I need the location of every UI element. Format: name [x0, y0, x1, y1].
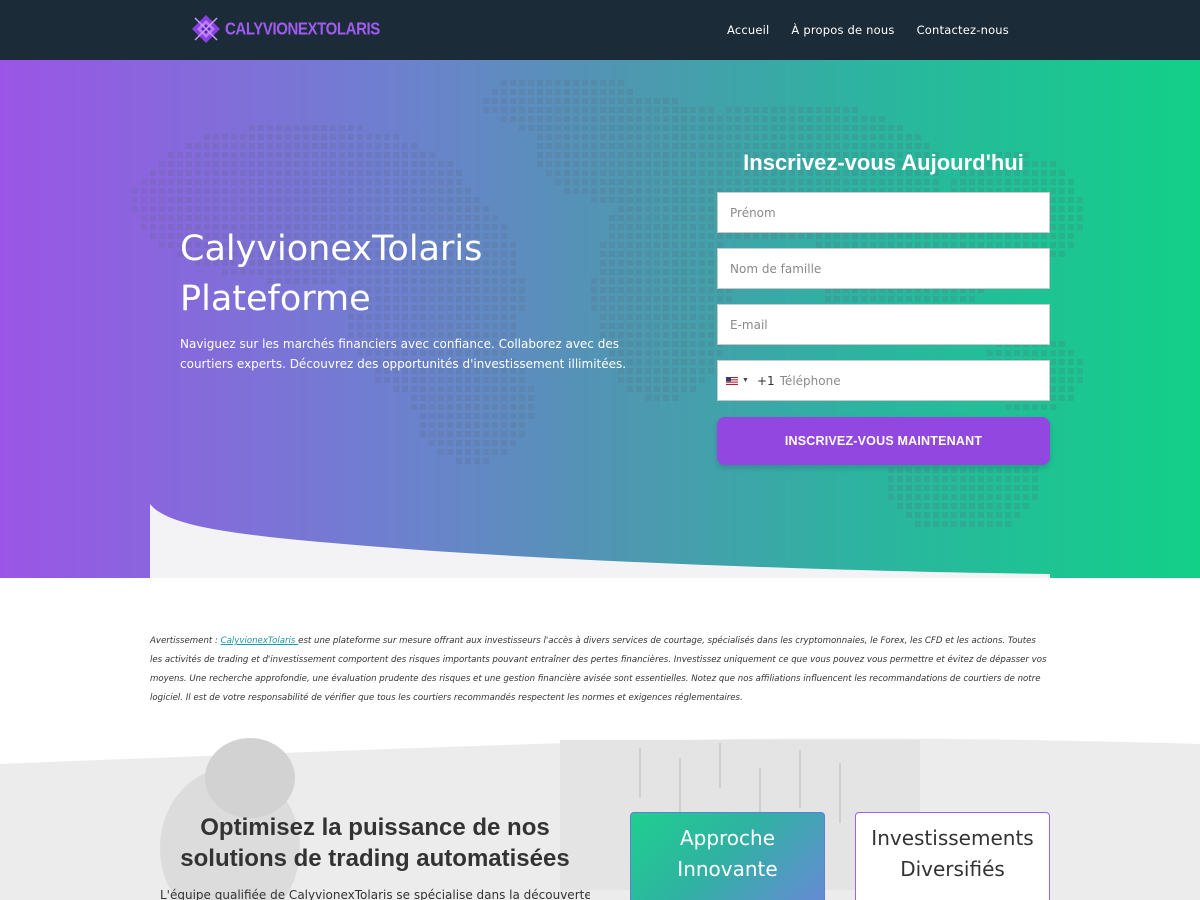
hero-title-line-2: Plateforme: [180, 279, 371, 319]
site-logo[interactable]: CALYVIONEXTOLARIS: [191, 14, 380, 44]
signup-submit-button[interactable]: INSCRIVEZ-VOUS MAINTENANT: [717, 417, 1050, 465]
features-title-line-2: solutions de trading automatisées: [180, 845, 570, 872]
logo-diamond-icon: [192, 15, 220, 43]
features-section: Optimisez la puissance de nos solutions …: [0, 738, 1200, 900]
features-title: Optimisez la puissance de nos solutions …: [160, 812, 590, 874]
hero-section: CalyvionexTolaris Plateforme Naviguez su…: [0, 60, 1200, 578]
disclaimer-brand-link[interactable]: CalyvionexTolaris: [221, 636, 299, 646]
top-navigation-bar: CALYVIONEXTOLARIS Accueil À propos de no…: [0, 0, 1200, 60]
feature-card-2-line-2: Diversifiés: [900, 857, 1005, 881]
feature-card-1-line-2: Innovante: [677, 857, 778, 881]
feature-card-1-line-1: Approche: [679, 826, 776, 850]
first-name-field-wrapper: [717, 192, 1050, 233]
disclaimer-prefix: Avertissement :: [150, 636, 221, 646]
disclaimer-body: est une plateforme sur mesure offrant au…: [150, 636, 1047, 703]
nav-link-contact[interactable]: Contactez-nous: [917, 23, 1009, 37]
dial-code: +1: [756, 373, 775, 388]
features-title-line-1: Optimisez la puissance de nos: [200, 814, 550, 841]
feature-card-2-line-1: Investissements: [871, 826, 1034, 850]
phone-field-wrapper: ▼ +1: [717, 360, 1050, 401]
hero-title: CalyvionexTolaris Plateforme: [180, 224, 600, 324]
signup-form-title: Inscrivez-vous Aujourd'hui: [743, 150, 1024, 175]
caret-down-icon: ▼: [742, 377, 749, 384]
feature-card-diversified-investments: Investissements Diversifiés: [855, 812, 1050, 900]
email-field-wrapper: [717, 304, 1050, 345]
last-name-input[interactable]: [718, 249, 1049, 288]
phone-input[interactable]: [774, 361, 1049, 400]
us-flag-icon: [726, 376, 738, 385]
email-input[interactable]: [718, 305, 1049, 344]
hero-title-line-1: CalyvionexTolaris: [180, 229, 483, 269]
country-code-selector[interactable]: ▼ +1: [718, 361, 775, 400]
hero-subtitle: Naviguez sur les marchés financiers avec…: [180, 337, 627, 371]
main-nav: Accueil À propos de nous Contactez-nous: [727, 23, 1009, 37]
last-name-field-wrapper: [717, 248, 1050, 289]
logo-text: CALYVIONEXTOLARIS: [225, 19, 380, 39]
disclaimer-text: Avertissement : CalyvionexTolaris est un…: [150, 632, 1050, 708]
nav-link-a-propos[interactable]: À propos de nous: [791, 23, 894, 37]
features-paragraph: L'équipe qualifiée de CalyvionexTolaris …: [160, 888, 590, 900]
first-name-input[interactable]: [718, 193, 1049, 232]
feature-card-innovative-approach: Approche Innovante: [630, 812, 825, 900]
nav-link-accueil[interactable]: Accueil: [727, 23, 769, 37]
